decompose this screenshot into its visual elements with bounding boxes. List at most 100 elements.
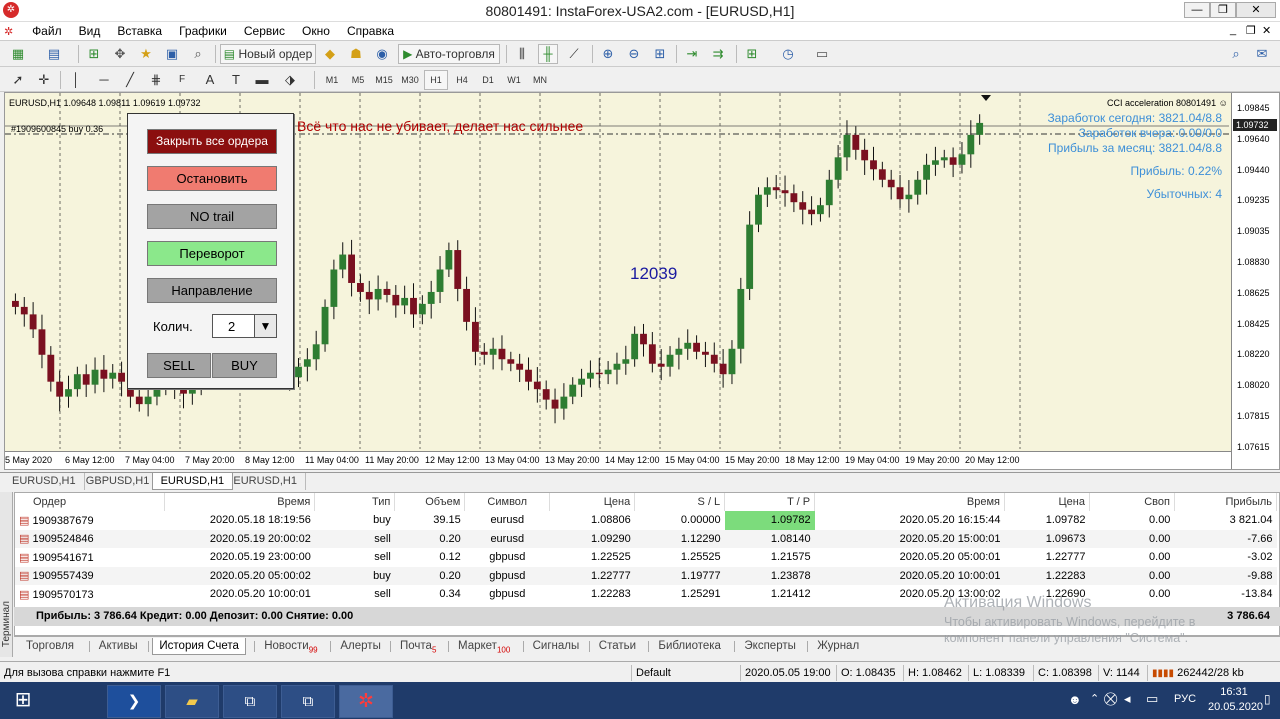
autoscroll-icon[interactable]: ⇉: [708, 44, 728, 64]
restore-button[interactable]: ❐: [1210, 2, 1236, 18]
line-chart-icon[interactable]: ⟋: [564, 44, 584, 64]
mdi-minimize-button[interactable]: _: [1230, 24, 1236, 36]
equidistant-channel-icon[interactable]: ⋕: [146, 70, 166, 90]
mdi-close-button[interactable]: ✕: [1262, 24, 1271, 37]
column-header[interactable]: Объем: [394, 493, 466, 511]
minimize-button[interactable]: —: [1184, 2, 1210, 18]
terminal-icon[interactable]: ▣: [162, 44, 182, 64]
indicators-icon[interactable]: ⊞: [742, 44, 762, 64]
new-chart-icon[interactable]: ▦: [8, 44, 28, 64]
zoom-in-icon[interactable]: ⊕: [598, 44, 618, 64]
text-tool-icon[interactable]: A: [200, 70, 220, 90]
column-header[interactable]: Цена: [1004, 493, 1090, 511]
terminal-tab[interactable]: Новости99: [258, 638, 323, 655]
horizontal-line-icon[interactable]: ─: [94, 70, 114, 90]
remote-app-2-icon[interactable]: ⧉: [281, 685, 335, 718]
terminal-tab[interactable]: Библиотека: [652, 638, 727, 655]
terminal-tab[interactable]: Эксперты: [738, 638, 801, 655]
menu-help[interactable]: Справка: [340, 22, 401, 40]
menu-tools[interactable]: Сервис: [237, 22, 292, 40]
volume-tray-icon[interactable]: ◂: [1124, 691, 1131, 707]
terminal-tab[interactable]: История Счета: [152, 638, 246, 655]
data-window-icon[interactable]: ✥: [110, 44, 130, 64]
auto-trading-button[interactable]: ▶ Авто-торговля: [398, 44, 500, 64]
column-header[interactable]: S / L: [634, 493, 726, 511]
terminal-sidebar[interactable]: Терминал: [0, 492, 13, 657]
terminal-tab[interactable]: Торговля: [20, 638, 80, 655]
search-icon[interactable]: ⌕: [1226, 44, 1246, 64]
column-header[interactable]: Своп: [1089, 493, 1175, 511]
close-button[interactable]: ✕: [1236, 2, 1276, 18]
mdi-restore-button[interactable]: ❐: [1246, 24, 1256, 37]
timeframe-h1[interactable]: H1: [424, 70, 448, 90]
cursor-icon[interactable]: ➚: [8, 70, 28, 90]
timeframe-d1[interactable]: D1: [476, 70, 500, 90]
candlestick-icon[interactable]: ╫: [538, 44, 558, 64]
tester-icon[interactable]: ⌕: [188, 44, 208, 64]
bar-chart-icon[interactable]: ⫼: [512, 44, 532, 64]
chart-tab[interactable]: GBPUSD,H1: [78, 473, 159, 490]
status-profile[interactable]: Default: [631, 665, 739, 681]
remote-app-icon[interactable]: ⧉: [223, 685, 277, 718]
tile-windows-icon[interactable]: ⊞: [650, 44, 670, 64]
column-header[interactable]: Ордер: [15, 493, 166, 511]
chart-tab[interactable]: EURUSD,H1: [151, 473, 234, 490]
no-trail-button[interactable]: NO trail: [147, 204, 277, 229]
arrows-icon[interactable]: ⬗: [280, 70, 300, 90]
quantity-select[interactable]: 2 ▼: [212, 314, 277, 338]
table-row[interactable]: ▤ 1909524846 2020.05.19 20:00:02 sell 0.20 e…: [15, 529, 1277, 548]
chart-tab[interactable]: EURUSD,H1: [4, 473, 85, 490]
rectangle-icon[interactable]: ▬: [252, 70, 272, 90]
timeframe-h4[interactable]: H4: [450, 70, 474, 90]
explorer-icon[interactable]: ▰: [165, 685, 219, 718]
powershell-icon[interactable]: ❯: [107, 685, 161, 718]
network-tray-icon[interactable]: ⛒: [1104, 691, 1117, 707]
timeframe-m15[interactable]: M15: [372, 70, 396, 90]
tray-chevron-icon[interactable]: ⌃: [1090, 692, 1099, 705]
table-row[interactable]: ▤ 1909541671 2020.05.19 23:00:00 sell 0.12 g…: [15, 548, 1277, 567]
start-button[interactable]: ⊞: [0, 685, 46, 718]
column-header[interactable]: Время: [814, 493, 1006, 511]
chart-tab[interactable]: EURUSD,H1: [225, 473, 306, 490]
periods-icon[interactable]: ◷: [778, 44, 798, 64]
column-header[interactable]: Тип: [314, 493, 396, 511]
profiles-icon[interactable]: ▤: [44, 44, 64, 64]
terminal-tab[interactable]: Сигналы: [527, 638, 586, 655]
fibonacci-icon[interactable]: F: [172, 70, 192, 90]
terminal-tab[interactable]: Активы: [93, 638, 144, 655]
globe-icon[interactable]: ◉: [372, 44, 392, 64]
chat-icon[interactable]: ✉: [1252, 44, 1272, 64]
crosshair-icon[interactable]: ✛: [34, 70, 54, 90]
user-tray-icon[interactable]: ☻: [1068, 692, 1082, 707]
signals-icon[interactable]: ☗: [346, 44, 366, 64]
reverse-button[interactable]: Переворот: [147, 241, 277, 266]
buy-button[interactable]: BUY: [212, 353, 277, 378]
language-indicator[interactable]: РУС: [1174, 693, 1196, 705]
sell-button[interactable]: SELL: [147, 353, 211, 378]
notifications-icon[interactable]: ▯: [1264, 692, 1271, 706]
timeframe-m5[interactable]: M5: [346, 70, 370, 90]
timeframe-m30[interactable]: M30: [398, 70, 422, 90]
column-header[interactable]: Символ: [464, 493, 551, 511]
menu-charts[interactable]: Графики: [172, 22, 234, 40]
clock[interactable]: 16:31 20.05.2020: [1208, 685, 1263, 715]
timeframe-mn[interactable]: MN: [528, 70, 552, 90]
terminal-tab[interactable]: Журнал: [811, 638, 865, 655]
terminal-tab[interactable]: Статьи: [593, 638, 642, 655]
zoom-out-icon[interactable]: ⊖: [624, 44, 644, 64]
vertical-line-icon[interactable]: │: [66, 70, 86, 90]
menu-file[interactable]: Файл: [25, 22, 69, 40]
terminal-tab[interactable]: Маркет100: [452, 638, 516, 655]
menu-insert[interactable]: Вставка: [110, 22, 169, 40]
chevron-down-icon[interactable]: ▼: [254, 315, 276, 337]
market-watch-icon[interactable]: ⊞: [84, 44, 104, 64]
shift-marker-icon[interactable]: [981, 95, 991, 101]
trendline-icon[interactable]: ╱: [120, 70, 140, 90]
column-header[interactable]: Время: [164, 493, 316, 511]
templates-icon[interactable]: ▭: [812, 44, 832, 64]
direction-button[interactable]: Направление: [147, 278, 277, 303]
timeframe-w1[interactable]: W1: [502, 70, 526, 90]
table-row[interactable]: ▤ 1909557439 2020.05.20 05:00:02 buy 0.20 gb…: [15, 566, 1277, 585]
text-label-icon[interactable]: T: [226, 70, 246, 90]
new-order-button[interactable]: ▤ Новый ордер: [220, 44, 316, 64]
